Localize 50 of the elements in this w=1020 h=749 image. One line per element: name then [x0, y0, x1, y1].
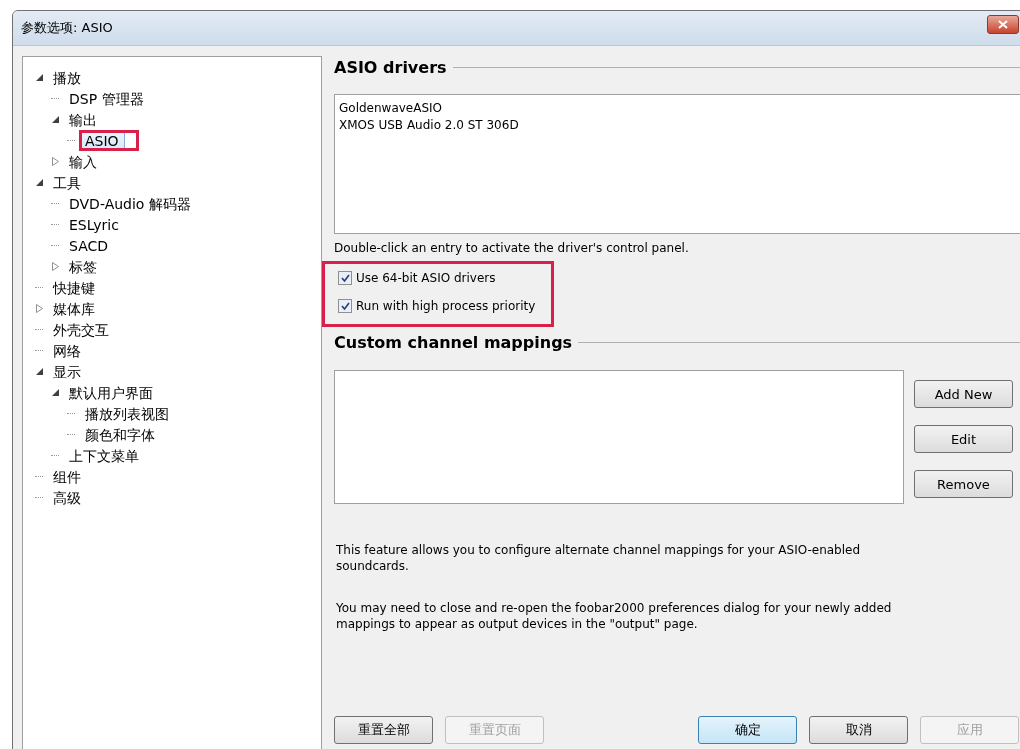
- expanded-icon[interactable]: [51, 389, 59, 396]
- checkbox-label[interactable]: Use 64-bit ASIO drivers: [356, 271, 496, 285]
- driver-item[interactable]: XMOS USB Audio 2.0 ST 306D: [339, 117, 1019, 134]
- tree-item[interactable]: 快捷键: [47, 277, 101, 298]
- tree-item[interactable]: 输出: [63, 109, 103, 130]
- checkbox-label[interactable]: Run with high process priority: [356, 299, 536, 313]
- tree-item[interactable]: 输入: [63, 151, 103, 172]
- tree-item[interactable]: DVD-Audio 解码器: [63, 193, 197, 214]
- reset-button[interactable]: 重置全部: [334, 716, 433, 744]
- info-text: You may need to close and re-open the foobar2000 preferences dialog for your newly added mappings to appear as output devices in the "output" page.: [336, 600, 893, 632]
- tree-item[interactable]: 外壳交互: [47, 319, 115, 340]
- check-icon: [340, 274, 350, 282]
- tree-item[interactable]: 播放列表视图: [79, 403, 175, 424]
- info-text: This feature allows you to configure alternate channel mappings for your ASIO-enabled soundcards.: [336, 542, 862, 574]
- checkbox[interactable]: [338, 299, 352, 313]
- tree-item[interactable]: ESLyric: [63, 214, 125, 235]
- expanded-icon[interactable]: [35, 368, 43, 375]
- tree-item[interactable]: 播放: [47, 67, 87, 88]
- close-button[interactable]: [987, 14, 1019, 34]
- close-icon: [998, 19, 1008, 29]
- tree-item[interactable]: 颜色和字体: [79, 424, 161, 445]
- tree-item[interactable]: 默认用户界面: [63, 382, 159, 403]
- hint-text: Double-click an entry to activate the driver's control panel.: [334, 241, 690, 255]
- tree-item[interactable]: 工具: [47, 172, 87, 193]
- driver-item[interactable]: GoldenwaveASIO: [339, 100, 1019, 117]
- collapsed-icon[interactable]: [35, 304, 43, 313]
- expanded-icon[interactable]: [51, 116, 59, 123]
- mapping-button[interactable]: Remove: [914, 470, 1013, 498]
- checkbox[interactable]: [338, 271, 352, 285]
- tree-item[interactable]: DSP 管理器: [63, 88, 150, 109]
- dialog-button[interactable]: 确定: [698, 716, 797, 744]
- tree-item[interactable]: 组件: [47, 466, 87, 487]
- window-title: 参数选项: ASIO: [21, 19, 113, 37]
- tree-item[interactable]: 媒体库: [47, 298, 101, 319]
- expanded-icon[interactable]: [35, 74, 43, 81]
- tree-item[interactable]: 网络: [47, 340, 87, 361]
- collapsed-icon[interactable]: [51, 262, 59, 271]
- tree-item[interactable]: 高级: [47, 487, 87, 508]
- section-heading: Custom channel mappings: [334, 333, 573, 352]
- collapsed-icon[interactable]: [51, 157, 59, 166]
- mapping-button[interactable]: Add New: [914, 380, 1013, 408]
- dialog-button[interactable]: 取消: [809, 716, 908, 744]
- tree-item[interactable]: 显示: [47, 361, 87, 382]
- check-icon: [340, 302, 350, 310]
- tree-item[interactable]: SACD: [63, 235, 115, 256]
- expanded-icon[interactable]: [35, 179, 43, 186]
- section-heading: ASIO drivers: [334, 58, 447, 77]
- tree-item[interactable]: 上下文菜单: [63, 445, 145, 466]
- mapping-button[interactable]: Edit: [914, 425, 1013, 453]
- tree-item[interactable]: 标签: [63, 256, 103, 277]
